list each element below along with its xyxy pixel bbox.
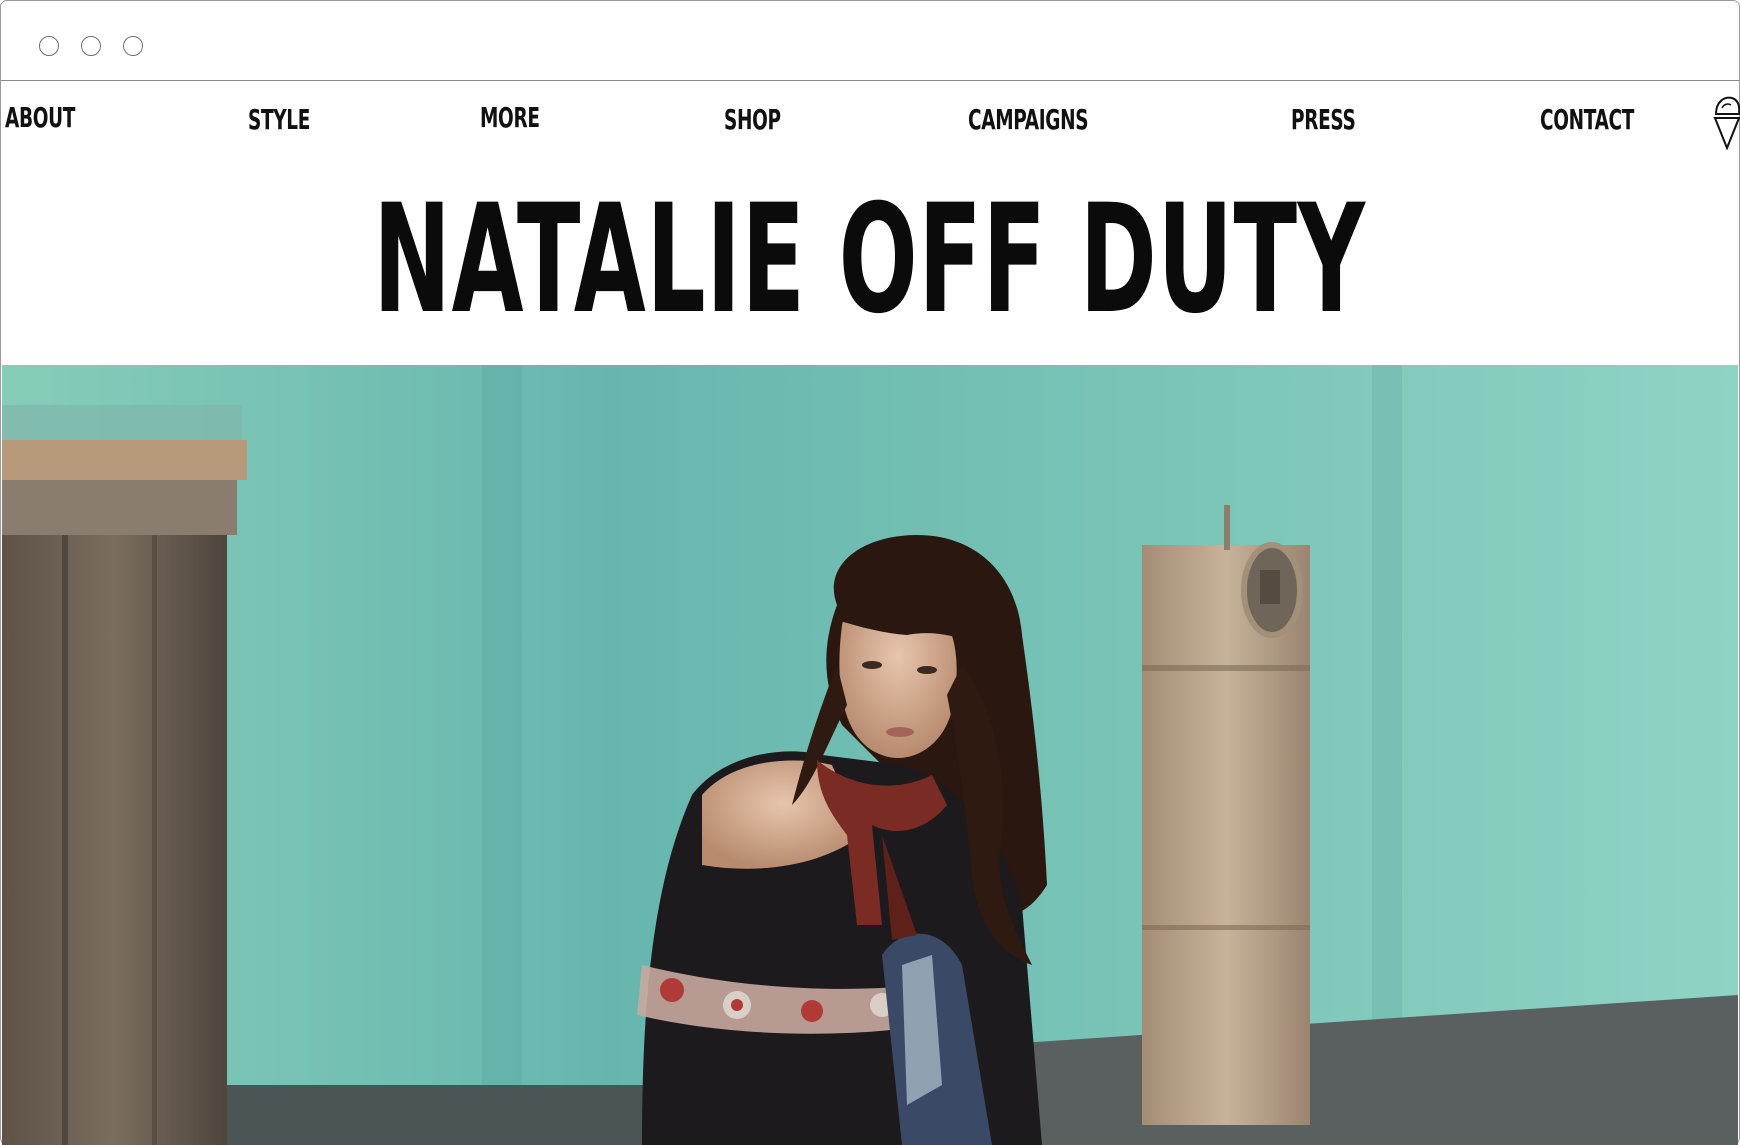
nav-item-press[interactable]: PRESS bbox=[1291, 103, 1356, 136]
site-title: NATALIE OFF DUTY bbox=[0, 180, 1738, 340]
main-navigation: ABOUT STYLE MORE SHOP CAMPAIGNS PRESS CO… bbox=[1, 81, 1739, 163]
window-maximize-button[interactable] bbox=[123, 36, 143, 56]
window-close-button[interactable] bbox=[39, 36, 59, 56]
window-titlebar bbox=[1, 1, 1739, 81]
ice-cream-cone-icon[interactable] bbox=[1712, 94, 1740, 150]
nav-item-contact[interactable]: CONTACT bbox=[1540, 103, 1634, 136]
site-title-text: NATALIE OFF DUTY bbox=[372, 173, 1366, 347]
hero-photo-illustration bbox=[2, 365, 1738, 1145]
nav-item-shop[interactable]: SHOP bbox=[724, 103, 781, 136]
nav-item-style[interactable]: STYLE bbox=[248, 103, 310, 136]
window-minimize-button[interactable] bbox=[81, 36, 101, 56]
nav-item-campaigns[interactable]: CAMPAIGNS bbox=[968, 103, 1089, 136]
nav-item-about[interactable]: ABOUT bbox=[5, 101, 75, 134]
hero-photo bbox=[2, 365, 1738, 1145]
nav-item-more[interactable]: MORE bbox=[480, 101, 540, 134]
